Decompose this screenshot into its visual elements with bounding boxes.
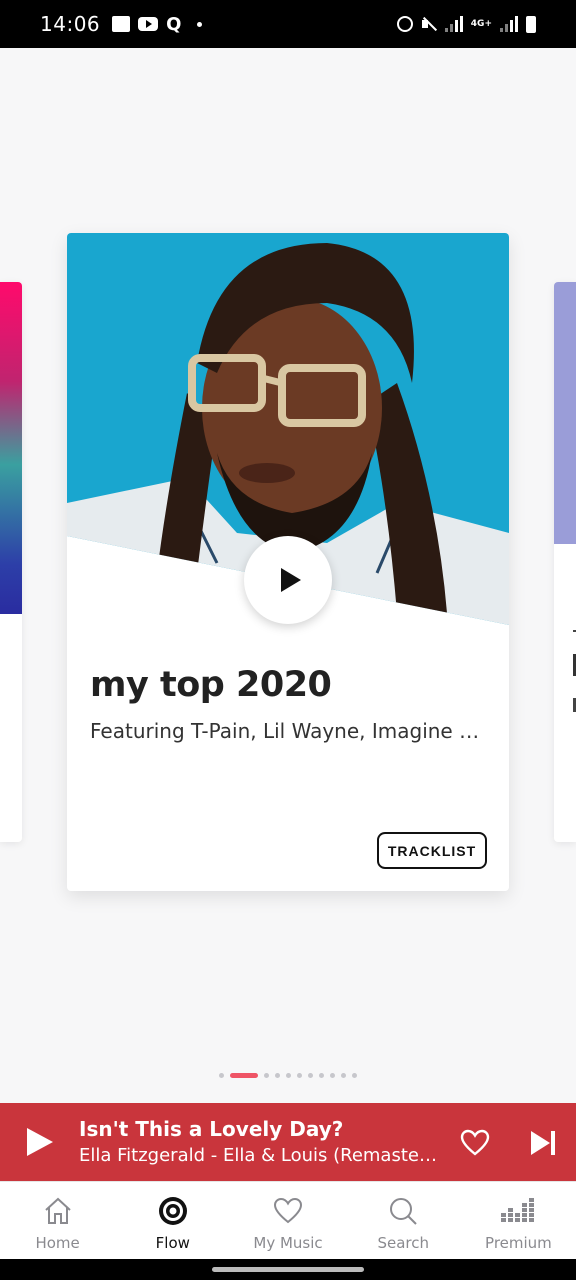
flow-card-subtitle: Featuring T-Pain, Lil Wayne, Imagine Dra…: [90, 719, 490, 743]
q-app-icon: Q: [166, 13, 182, 35]
pager-dot: [275, 1073, 280, 1078]
next-card-art: [554, 282, 576, 544]
signal-icon: [444, 16, 463, 32]
pager-dot: [219, 1073, 224, 1078]
nav-item-premium[interactable]: Premium: [461, 1182, 576, 1259]
nav-item-flow[interactable]: Flow: [115, 1182, 230, 1259]
mute-icon: [421, 16, 437, 32]
nav-item-home[interactable]: Home: [0, 1182, 115, 1259]
tracklist-button[interactable]: TRACKLIST: [377, 832, 487, 869]
nav-item-search[interactable]: Search: [346, 1182, 461, 1259]
system-navigation-bar: [0, 1259, 576, 1280]
heart-icon: [271, 1194, 305, 1228]
status-bar: 14:06 Q 4G+: [0, 0, 576, 48]
pager-dot: [308, 1073, 313, 1078]
pager-dot: [286, 1073, 291, 1078]
nav-label-flow: Flow: [155, 1234, 190, 1252]
status-notification-icons: Q: [112, 13, 203, 35]
status-time: 14:06: [40, 12, 101, 36]
flow-card-title: my top 2020: [90, 665, 332, 705]
nav-label-search: Search: [377, 1234, 429, 1252]
flow-card[interactable]: my top 2020 Featuring T-Pain, Lil Wayne,…: [67, 233, 509, 891]
play-icon: [280, 568, 301, 592]
alarm-icon: [396, 16, 413, 32]
favorite-heart-icon[interactable]: [460, 1129, 490, 1157]
pager-dot: [297, 1073, 302, 1078]
battery-icon: [526, 15, 536, 33]
youtube-icon: [138, 17, 159, 31]
previous-flow-card[interactable]: [0, 282, 22, 842]
now-playing-artist: Ella Fitzgerald - Ella & Louis (Remaster…: [79, 1145, 439, 1166]
more-notifications-dot-icon: [197, 21, 203, 27]
home-gesture-handle[interactable]: [212, 1267, 364, 1272]
home-icon: [41, 1194, 75, 1228]
equalizer-icon: [501, 1194, 535, 1228]
pager-dot: [352, 1073, 357, 1078]
nav-item-my-music[interactable]: My Music: [230, 1182, 345, 1259]
nav-label-premium: Premium: [485, 1234, 552, 1252]
pager-dot-active: [230, 1073, 258, 1078]
pager-dot: [330, 1073, 335, 1078]
carousel-pager: [0, 1073, 576, 1078]
bottom-navigation: Home Flow My Music Search Premium: [0, 1181, 576, 1259]
flow-icon: [156, 1194, 190, 1228]
pager-dot: [341, 1073, 346, 1078]
now-playing-title: Isn't This a Lovely Day?: [79, 1117, 344, 1141]
previous-card-art: [0, 282, 22, 614]
network-type-label: 4G+: [470, 18, 492, 29]
next-track-icon[interactable]: [528, 1129, 558, 1157]
pager-dot: [264, 1073, 269, 1078]
nav-label-home: Home: [35, 1234, 80, 1252]
status-system-icons: 4G+: [396, 15, 536, 33]
mini-player[interactable]: Isn't This a Lovely Day? Ella Fitzgerald…: [0, 1103, 576, 1181]
nav-label-my-music: My Music: [253, 1234, 323, 1252]
search-icon: [386, 1194, 420, 1228]
next-flow-card[interactable]: [554, 282, 576, 842]
signal-icon-2: [500, 16, 518, 32]
mini-player-play-button[interactable]: [25, 1127, 53, 1157]
play-flow-button[interactable]: [244, 536, 332, 624]
gallery-icon: [112, 16, 131, 32]
pager-dot: [319, 1073, 324, 1078]
